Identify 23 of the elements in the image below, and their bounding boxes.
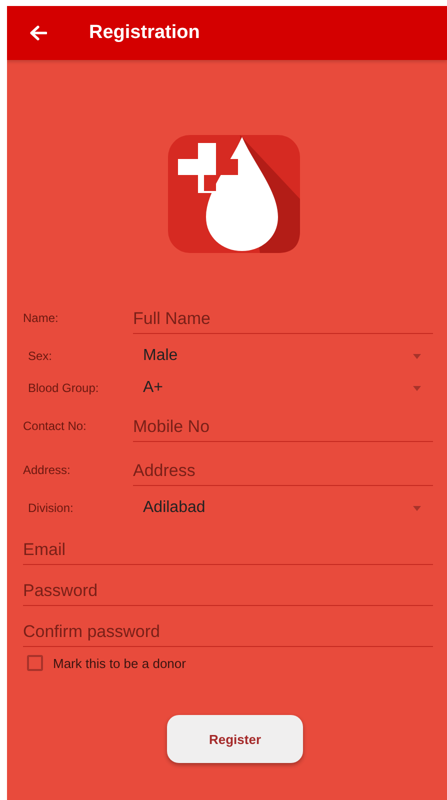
dropdown[interactable]: Male	[138, 343, 427, 369]
field-label: Address:	[23, 463, 72, 477]
app-bar-title: Registration	[89, 22, 200, 44]
register-button[interactable]: Register	[167, 715, 303, 763]
input-field[interactable]: Address	[133, 454, 433, 486]
input-field[interactable]: Mobile No	[133, 410, 433, 442]
input-field[interactable]: Confirm password	[23, 616, 433, 647]
caret-icon	[413, 386, 421, 390]
caret-icon	[413, 354, 421, 358]
checkbox[interactable]	[27, 655, 43, 671]
caret-icon	[413, 506, 421, 510]
field-label: Division:	[28, 501, 74, 515]
checkbox-label: Mark this to be a donor	[53, 656, 186, 670]
field-label: Blood Group:	[28, 381, 100, 395]
field-label: Sex:	[28, 349, 54, 363]
dropdown[interactable]: Adilabad	[138, 495, 427, 521]
back-arrow-icon[interactable]	[29, 25, 47, 41]
input-field[interactable]: Full Name	[133, 302, 433, 334]
input-field[interactable]: Email	[23, 534, 433, 565]
dropdown[interactable]: A+	[138, 375, 427, 401]
input-field[interactable]: Password	[23, 575, 433, 606]
field-label: Name:	[23, 311, 60, 325]
field-label: Contact No:	[23, 419, 88, 433]
